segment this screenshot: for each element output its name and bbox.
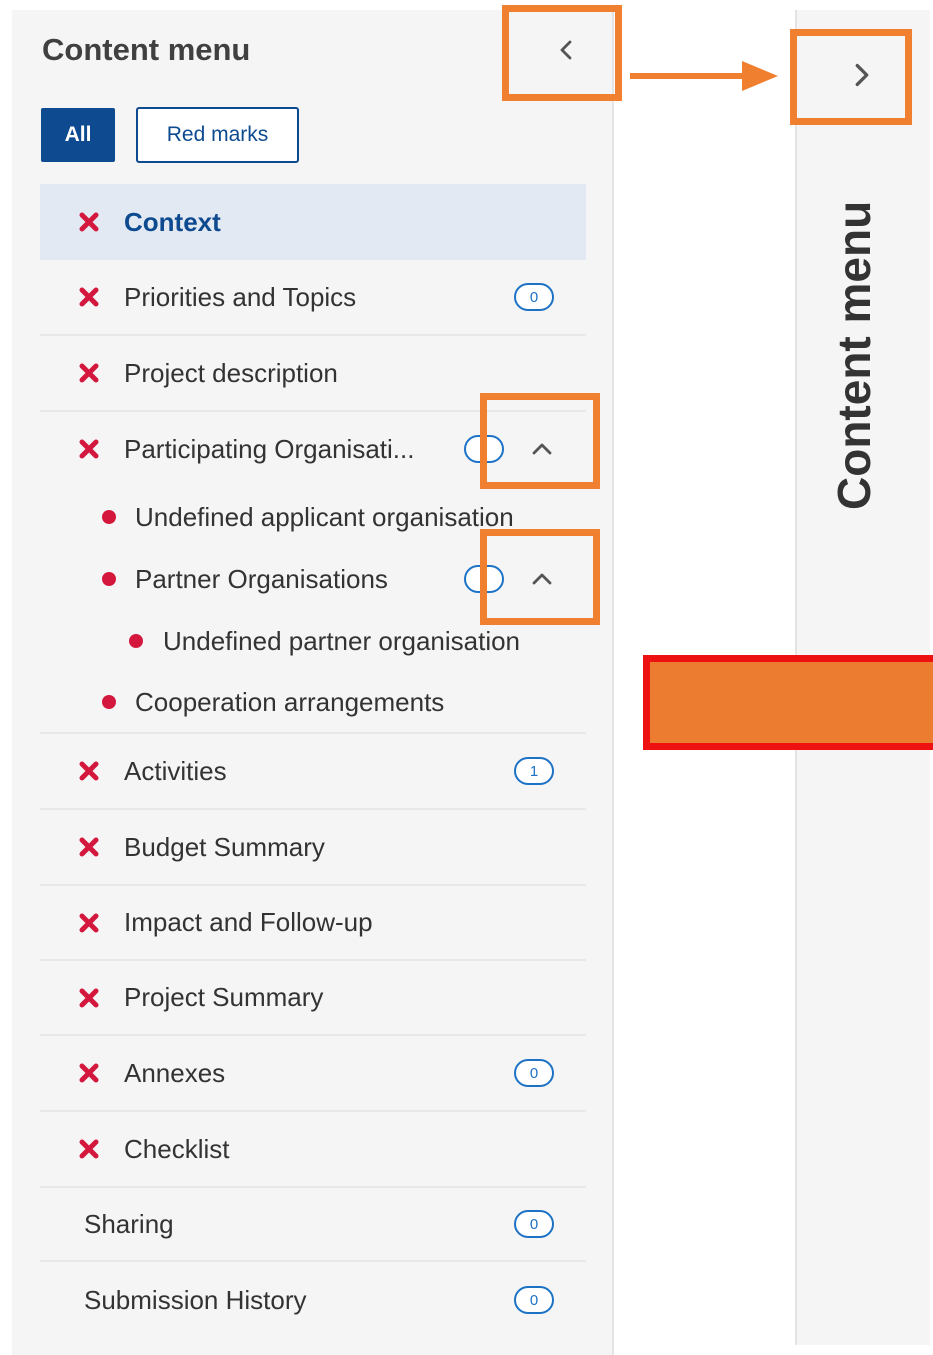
close-icon (79, 212, 99, 232)
menu-item-label: Undefined partner organisation (163, 625, 521, 656)
close-icon (79, 988, 99, 1007)
menu-item-priorities-and-topics[interactable]: Priorities and Topics 0 (40, 260, 586, 336)
menu-item-project-summary[interactable]: Project Summary (40, 961, 586, 1036)
menu-item-label: Partner Organisations (135, 563, 388, 594)
count-badge: 0 (514, 1210, 554, 1238)
count-badge: 1 (514, 757, 554, 785)
menu-item-checklist[interactable]: Checklist (40, 1112, 586, 1188)
menu-item-label: Checklist (124, 1133, 230, 1164)
menu-item-budget-summary[interactable]: Budget Summary (40, 810, 586, 886)
red-dot-icon (102, 510, 116, 524)
close-icon (79, 761, 99, 781)
close-icon (79, 439, 99, 459)
chevron-up-icon (532, 573, 552, 585)
menu-item-label: Budget Summary (124, 831, 325, 862)
menu-item-context[interactable]: Context (40, 184, 586, 260)
close-icon (79, 1139, 99, 1159)
menu-item-label: Submission History (84, 1284, 307, 1315)
menu-item-label: Activities (124, 755, 227, 786)
collapse-section-button[interactable] (528, 565, 556, 593)
menu-item-label: Impact and Follow-up (124, 907, 373, 937)
close-icon (79, 837, 99, 857)
menu-item-label: Priorities and Topics (124, 281, 357, 312)
count-badge: 0 (514, 1059, 554, 1087)
menu-item-activities[interactable]: Activities 1 (40, 734, 586, 810)
filter-all-button[interactable]: All (41, 108, 115, 162)
count-badge (464, 435, 504, 463)
menu-item-sharing[interactable]: Sharing 0 (40, 1188, 586, 1262)
red-dot-icon (129, 634, 143, 648)
menu-item-label: Project Summary (124, 982, 324, 1012)
collapsed-panel-title: Content menu (828, 200, 880, 510)
filter-red-marks-button[interactable]: Red marks (136, 107, 299, 163)
chevron-up-icon (532, 443, 552, 455)
menu-item-cooperation-arrangements[interactable]: Cooperation arrangements (40, 672, 586, 734)
menu-item-label: Cooperation arrangements (135, 686, 445, 717)
menu-item-label: Annexes (124, 1057, 226, 1088)
count-badge (464, 565, 504, 593)
menu-item-partner-organisations[interactable]: Partner Organisations (40, 548, 586, 610)
menu-item-label: Undefined applicant organisation (135, 501, 514, 532)
annotation-bar (643, 655, 933, 750)
menu-item-submission-history[interactable]: Submission History 0 (40, 1262, 586, 1338)
count-badge: 0 (514, 1286, 554, 1314)
menu-item-undefined-applicant-organisation[interactable]: Undefined applicant organisation (40, 486, 586, 548)
menu-item-label: Participating Organisati... (124, 433, 415, 464)
red-dot-icon (102, 695, 116, 709)
menu-item-participating-organisations[interactable]: Participating Organisati... (40, 412, 586, 486)
close-icon (79, 363, 99, 383)
close-icon (79, 1063, 99, 1083)
expand-menu-button[interactable] (842, 55, 882, 95)
content-menu-panel: Content menu All Red marks Context Prior… (12, 10, 614, 1355)
collapse-menu-button[interactable] (552, 30, 582, 70)
arrow-right-icon (630, 61, 778, 91)
count-badge: 0 (514, 283, 554, 311)
menu-item-annexes[interactable]: Annexes 0 (40, 1036, 586, 1112)
close-icon (79, 287, 99, 307)
collapse-section-button[interactable] (528, 435, 556, 463)
panel-title: Content menu (42, 32, 251, 67)
close-icon (79, 913, 99, 932)
menu-item-undefined-partner-organisation[interactable]: Undefined partner organisation (40, 610, 586, 672)
menu-item-project-description[interactable]: Project description (40, 336, 586, 412)
red-dot-icon (102, 572, 116, 586)
menu-item-label: Project description (124, 357, 338, 388)
menu-item-label: Sharing (84, 1208, 174, 1239)
chevron-left-icon (560, 40, 572, 60)
menu-item-label: Context (124, 206, 221, 237)
chevron-right-icon (855, 63, 869, 87)
menu-item-impact-and-follow-up[interactable]: Impact and Follow-up (40, 886, 586, 961)
